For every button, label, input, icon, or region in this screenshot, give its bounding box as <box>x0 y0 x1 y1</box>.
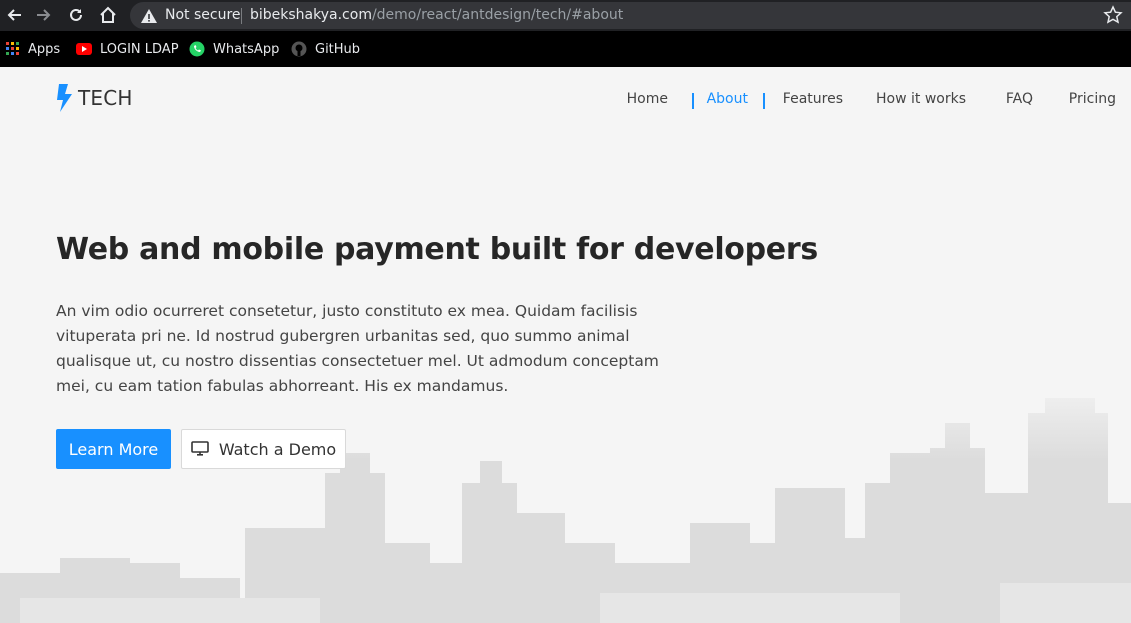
bookmark-label: GitHub <box>315 41 361 57</box>
home-icon <box>100 6 116 23</box>
browser-toolbar: Not secure bibekshakya.com/demo/react/an… <box>0 0 1131 31</box>
warning-icon <box>141 9 157 23</box>
bookmark-label: LOGIN LDAP <box>100 41 179 57</box>
bookmarks-bar: Apps LOGIN LDAP WhatsApp GitHub <box>0 31 1131 67</box>
bookmark-apps[interactable]: Apps <box>6 40 60 58</box>
learn-more-button[interactable]: Learn More <box>56 429 171 469</box>
menu-item-about[interactable]: About <box>707 91 748 107</box>
active-indicator-right <box>763 93 765 109</box>
menu-item-home[interactable]: Home <box>627 91 668 107</box>
url-host: bibekshakya.com <box>250 7 372 23</box>
city-skyline-image <box>0 373 1131 623</box>
home-button[interactable] <box>97 4 119 26</box>
url-text[interactable]: bibekshakya.com/demo/react/antdesign/tec… <box>250 7 623 23</box>
menu-item-features[interactable]: Features <box>783 91 843 107</box>
menu-item-how-it-works[interactable]: How it works <box>876 91 966 107</box>
bookmark-login-ldap[interactable]: LOGIN LDAP <box>76 40 179 58</box>
reload-button[interactable] <box>65 4 87 26</box>
bookmark-github[interactable]: GitHub <box>291 40 360 58</box>
logo-text: TECH <box>78 86 133 110</box>
lightning-bolt-icon <box>57 84 72 112</box>
watch-demo-label: Watch a Demo <box>218 439 337 459</box>
whatsapp-icon <box>189 41 205 57</box>
menu-item-pricing[interactable]: Pricing <box>1069 91 1116 107</box>
page-content: TECH Home About Features How it works FA… <box>0 67 1131 623</box>
youtube-icon <box>76 43 92 55</box>
address-divider <box>241 8 242 24</box>
address-bar[interactable]: Not secure bibekshakya.com/demo/react/an… <box>130 2 1131 29</box>
hero-description: An vim odio ocurreret consetetur, justo … <box>56 302 659 395</box>
hero-title: Web and mobile payment built for develop… <box>56 232 818 267</box>
apps-grid-icon <box>6 42 19 55</box>
github-icon <box>291 41 307 57</box>
forward-button[interactable] <box>33 4 55 26</box>
bookmark-star-icon[interactable] <box>1103 5 1123 25</box>
back-button[interactable] <box>3 4 25 26</box>
bookmark-whatsapp[interactable]: WhatsApp <box>189 40 279 58</box>
site-logo[interactable]: TECH <box>56 84 133 112</box>
url-path: /demo/react/antdesign/tech/#about <box>371 7 624 23</box>
arrow-right-icon <box>37 9 51 21</box>
desktop-icon <box>191 441 209 456</box>
bookmark-label: Apps <box>28 41 61 57</box>
reload-icon <box>70 8 82 21</box>
menu-item-faq[interactable]: FAQ <box>1006 91 1033 107</box>
security-label[interactable]: Not secure <box>165 7 241 23</box>
active-indicator-left <box>692 93 694 109</box>
watch-demo-button[interactable]: Watch a Demo <box>181 429 346 469</box>
bookmark-label: WhatsApp <box>213 41 280 57</box>
arrow-left-icon <box>7 9 21 21</box>
